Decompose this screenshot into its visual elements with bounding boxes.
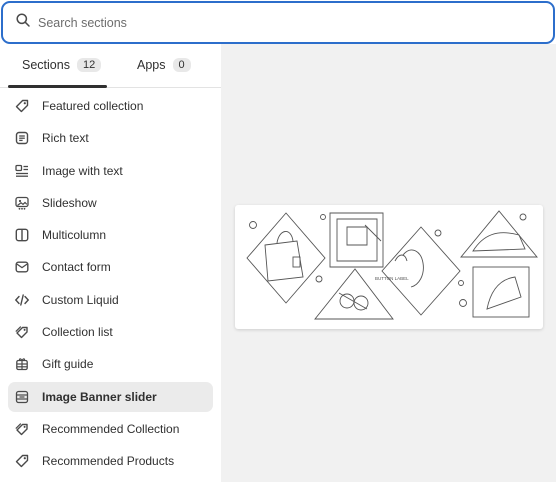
sections-panel: Sections 12 Apps 0 Featured collection R… bbox=[0, 44, 221, 482]
search-icon bbox=[15, 12, 31, 33]
banner-slider-illustration: BUTTON LABEL bbox=[246, 210, 538, 320]
section-item-custom-liquid[interactable]: Custom Liquid bbox=[8, 285, 213, 315]
section-item-label: Recommended Collection bbox=[42, 421, 180, 436]
tab-apps[interactable]: Apps 0 bbox=[137, 58, 191, 72]
gift-icon bbox=[14, 356, 30, 372]
section-item-label: Recommended Products bbox=[42, 454, 175, 469]
preview-button-label: BUTTON LABEL bbox=[375, 276, 409, 281]
section-item-label: Featured collection bbox=[42, 99, 144, 113]
section-item-label: Collection list bbox=[42, 325, 113, 340]
tab-apps-label: Apps bbox=[137, 58, 166, 72]
section-item-label: Multicolumn bbox=[42, 228, 107, 243]
image-with-text-icon bbox=[14, 163, 30, 179]
section-item-label: Slideshow bbox=[42, 195, 97, 210]
tags-icon bbox=[14, 324, 30, 340]
section-item-slideshow[interactable]: Slideshow bbox=[8, 188, 213, 218]
section-preview-area: BUTTON LABEL bbox=[221, 44, 556, 482]
search-bar[interactable] bbox=[1, 1, 555, 44]
section-item-contact-form[interactable]: Contact form bbox=[8, 252, 213, 282]
section-item-label: Image Banner slider bbox=[42, 389, 157, 404]
tag-icon bbox=[14, 98, 30, 114]
section-item-label: Image with text bbox=[42, 163, 123, 178]
section-item-rich-text[interactable]: Rich text bbox=[8, 123, 213, 153]
tab-bar: Sections 12 Apps 0 bbox=[0, 44, 221, 88]
active-tab-indicator bbox=[8, 85, 107, 88]
tab-sections[interactable]: Sections 12 bbox=[22, 58, 102, 72]
section-item-label: Custom Liquid bbox=[42, 292, 119, 307]
section-item-recommended-collection[interactable]: Recommended Collection bbox=[8, 414, 213, 444]
section-item-image-banner-slider[interactable]: Image Banner slider bbox=[8, 381, 213, 412]
envelope-icon bbox=[14, 259, 30, 275]
code-icon bbox=[14, 292, 30, 308]
section-item-image-with-text[interactable]: Image with text bbox=[8, 156, 213, 186]
section-item-recommended-products[interactable]: Recommended Products bbox=[8, 446, 213, 476]
tab-apps-count: 0 bbox=[172, 58, 191, 72]
section-preview-image: BUTTON LABEL bbox=[235, 205, 543, 329]
columns-icon bbox=[14, 227, 30, 243]
banner-slider-icon bbox=[14, 389, 30, 405]
section-item-label: Contact form bbox=[42, 260, 111, 275]
section-item-label: Rich text bbox=[42, 131, 89, 146]
section-list: Featured collection Rich text Image with… bbox=[0, 91, 221, 479]
text-block-icon bbox=[14, 130, 30, 146]
tab-sections-count: 12 bbox=[76, 58, 102, 72]
tab-sections-label: Sections bbox=[22, 58, 70, 72]
section-item-gift-guide[interactable]: Gift guide bbox=[8, 349, 213, 379]
section-item-label: Gift guide bbox=[42, 357, 94, 372]
tag-icon bbox=[14, 453, 30, 469]
section-item-multicolumn[interactable]: Multicolumn bbox=[8, 220, 213, 250]
section-item-featured-collection[interactable]: Featured collection bbox=[8, 91, 213, 121]
search-input[interactable] bbox=[38, 15, 518, 30]
slideshow-icon bbox=[14, 195, 30, 211]
tags-icon bbox=[14, 421, 30, 437]
section-item-collection-list[interactable]: Collection list bbox=[8, 317, 213, 347]
